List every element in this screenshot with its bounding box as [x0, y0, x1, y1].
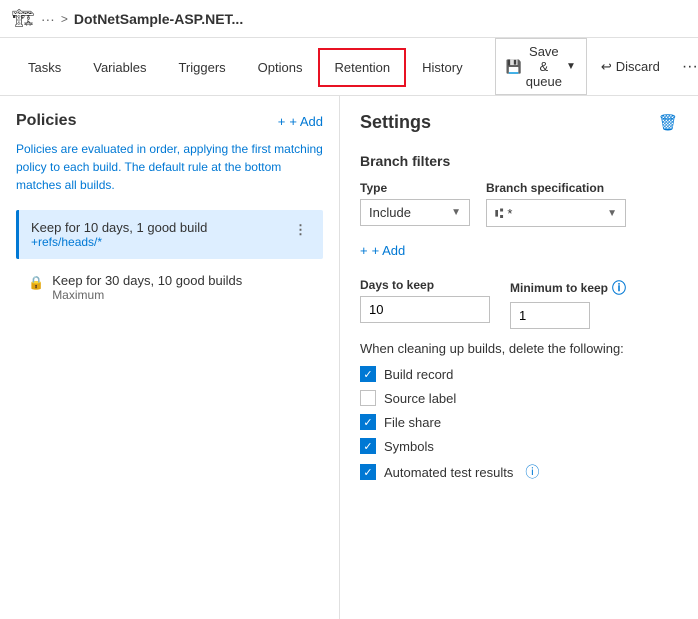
- type-select[interactable]: Include ▼: [360, 199, 470, 226]
- source-label-checkbox[interactable]: [360, 390, 376, 406]
- discard-label: Discard: [616, 59, 660, 74]
- file-share-checkbox[interactable]: ✓: [360, 414, 376, 430]
- check-icon: ✓: [363, 466, 372, 479]
- cleanup-label: When cleaning up builds, delete the foll…: [360, 341, 678, 356]
- tab-history[interactable]: History: [406, 48, 478, 87]
- min-info-icon[interactable]: ⓘ: [612, 278, 626, 298]
- locked-policy-text: Keep for 30 days, 10 good builds Maximum: [52, 273, 242, 302]
- symbols-checkbox[interactable]: ✓: [360, 438, 376, 454]
- branch-spec-value: *: [507, 206, 512, 221]
- branch-filters-form: Type Include ▼ Branch specification ⑆ * …: [360, 181, 678, 227]
- add-policy-button[interactable]: + + Add: [278, 114, 323, 129]
- type-value: Include: [369, 205, 411, 220]
- header: 🏗 ··· > DotNetSample-ASP.NET...: [0, 0, 698, 38]
- policies-title: Policies: [16, 112, 76, 130]
- locked-policy-sub: Maximum: [52, 288, 242, 302]
- breadcrumb-dots[interactable]: ···: [41, 11, 55, 27]
- left-panel: Policies + + Add Policies are evaluated …: [0, 96, 340, 619]
- branch-icon: ⑆: [495, 205, 503, 221]
- locked-policy-name: Keep for 30 days, 10 good builds: [52, 273, 242, 288]
- tab-options[interactable]: Options: [242, 48, 319, 87]
- auto-test-checkbox[interactable]: ✓: [360, 464, 376, 480]
- tab-tasks[interactable]: Tasks: [12, 48, 77, 87]
- list-item: ✓ Build record: [360, 366, 678, 382]
- save-queue-button[interactable]: 💾 Save & queue ▼: [495, 38, 587, 95]
- tab-variables[interactable]: Variables: [77, 48, 162, 87]
- tab-retention[interactable]: Retention: [318, 48, 406, 87]
- symbols-label: Symbols: [384, 439, 434, 454]
- min-label-text: Minimum to keep: [510, 281, 608, 295]
- check-icon: ✓: [363, 368, 372, 381]
- check-icon: ✓: [363, 440, 372, 453]
- min-input[interactable]: [510, 302, 590, 329]
- branch-spec-group: Branch specification ⑆ * ▼: [486, 181, 626, 227]
- file-share-label: File share: [384, 415, 441, 430]
- policies-description: Policies are evaluated in order, applyin…: [16, 140, 323, 194]
- delete-button[interactable]: 🗑: [658, 113, 678, 133]
- add-filter-label: + Add: [372, 243, 406, 258]
- discard-button[interactable]: ↩ Discard: [591, 54, 670, 80]
- auto-test-label: Automated test results: [384, 465, 513, 480]
- branch-filters-title: Branch filters: [360, 153, 678, 169]
- branch-spec-chevron-icon: ▼: [607, 208, 617, 219]
- locked-policy: 🔒 Keep for 30 days, 10 good builds Maxim…: [16, 263, 323, 312]
- breadcrumb-chevron: >: [61, 12, 68, 26]
- days-row: Days to keep Minimum to keep ⓘ: [360, 278, 678, 329]
- type-chevron-icon: ▼: [451, 207, 461, 218]
- list-item: ✓ Symbols: [360, 438, 678, 454]
- build-record-checkbox[interactable]: ✓: [360, 366, 376, 382]
- branch-spec-label: Branch specification: [486, 181, 626, 195]
- list-item: ✓ File share: [360, 414, 678, 430]
- source-label-label: Source label: [384, 391, 456, 406]
- settings-title: Settings: [360, 112, 431, 133]
- policy-sub: +refs/heads/*: [31, 235, 290, 249]
- auto-test-info-icon[interactable]: ⓘ: [525, 462, 539, 482]
- add-filter-button[interactable]: + + Add: [360, 239, 405, 262]
- right-header: Settings 🗑: [360, 112, 678, 133]
- list-item: Source label: [360, 390, 678, 406]
- branch-spec-select[interactable]: ⑆ * ▼: [486, 199, 626, 227]
- add-filter-icon: +: [360, 243, 368, 258]
- days-input[interactable]: [360, 296, 490, 323]
- save-chevron-icon: ▼: [566, 61, 576, 72]
- tab-triggers[interactable]: Triggers: [162, 48, 241, 87]
- discard-icon: ↩: [601, 59, 612, 75]
- list-item: ✓ Automated test results ⓘ: [360, 462, 678, 482]
- policy-name: Keep for 10 days, 1 good build: [31, 220, 290, 235]
- days-group: Days to keep: [360, 278, 490, 323]
- add-policy-label: + Add: [289, 114, 323, 129]
- save-label: Save & queue: [526, 44, 562, 89]
- check-icon: ✓: [363, 416, 372, 429]
- panel-header: Policies + + Add: [16, 112, 323, 130]
- min-label-row: Minimum to keep ⓘ: [510, 278, 626, 298]
- build-record-label: Build record: [384, 367, 453, 382]
- right-panel: Settings 🗑 Branch filters Type Include ▼…: [340, 96, 698, 619]
- checkboxes-container: ✓ Build record Source label ✓ File share…: [360, 366, 678, 482]
- lock-icon: 🔒: [28, 275, 44, 291]
- policy-text: Keep for 10 days, 1 good build +refs/hea…: [31, 220, 290, 249]
- policy-menu-button[interactable]: ⋮: [290, 220, 311, 240]
- type-group: Type Include ▼: [360, 181, 470, 227]
- nav-tabs: Tasks Variables Triggers Options Retenti…: [0, 38, 698, 96]
- more-actions-button[interactable]: ···: [674, 53, 698, 81]
- save-icon: 💾: [506, 59, 522, 75]
- add-policy-icon: +: [278, 114, 286, 129]
- build-icon: 🏗: [12, 8, 35, 29]
- policy-item-selected[interactable]: Keep for 10 days, 1 good build +refs/hea…: [16, 210, 323, 259]
- main-content: Policies + + Add Policies are evaluated …: [0, 96, 698, 619]
- type-label: Type: [360, 181, 470, 195]
- min-group: Minimum to keep ⓘ: [510, 278, 626, 329]
- days-label: Days to keep: [360, 278, 490, 292]
- page-title: DotNetSample-ASP.NET...: [74, 11, 243, 27]
- nav-actions: 💾 Save & queue ▼ ↩ Discard ···: [495, 38, 698, 95]
